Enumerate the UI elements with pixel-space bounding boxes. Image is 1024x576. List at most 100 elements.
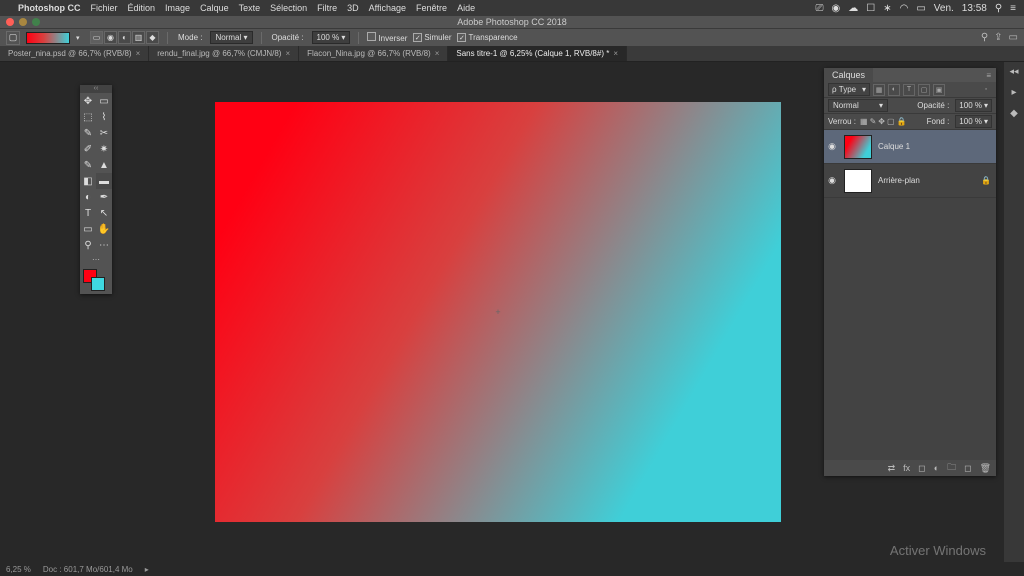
healing-tool[interactable]: ✷ bbox=[96, 141, 112, 157]
crop-tool[interactable]: ✂ bbox=[96, 125, 112, 141]
shape-tool[interactable]: ▭ bbox=[80, 221, 96, 237]
panel-color-icon[interactable]: ◆ bbox=[1010, 108, 1018, 119]
menu-3d[interactable]: 3D bbox=[347, 3, 359, 13]
layer-mask-icon[interactable]: ◻ bbox=[918, 463, 925, 474]
panel-menu-icon[interactable]: ≡ bbox=[986, 71, 996, 80]
document-tab-active[interactable]: Sans titre-1 @ 6,25% (Calque 1, RVB/8#) … bbox=[448, 46, 627, 61]
brush-tool[interactable]: ✎ bbox=[80, 157, 96, 173]
share-icon[interactable]: ⇪ bbox=[994, 32, 1002, 43]
close-tab-icon[interactable]: × bbox=[613, 49, 618, 58]
window-minimize-button[interactable] bbox=[19, 18, 27, 26]
doc-size[interactable]: Doc : 601,7 Mo/601,4 Mo bbox=[43, 565, 133, 574]
menu-texte[interactable]: Texte bbox=[239, 3, 261, 13]
menu-filtre[interactable]: Filtre bbox=[317, 3, 337, 13]
lasso-tool[interactable]: ⌇ bbox=[96, 109, 112, 125]
gradient-tool[interactable]: ▬ bbox=[96, 173, 112, 189]
pen-tool[interactable]: ✒ bbox=[96, 189, 112, 205]
layer-opacity-input[interactable]: 100 %▾ bbox=[955, 99, 992, 112]
new-layer-icon[interactable]: ◻ bbox=[964, 463, 971, 474]
hand-tool[interactable]: ✋ bbox=[96, 221, 112, 237]
menu-drawer-icon[interactable]: ≡ bbox=[1010, 3, 1016, 14]
transparence-option[interactable]: ✓Transparence bbox=[457, 33, 517, 43]
search-icon[interactable]: ⚲ bbox=[981, 32, 988, 43]
more-tool[interactable]: ⋯ bbox=[96, 237, 112, 253]
marquee-tool[interactable]: ⬚ bbox=[80, 109, 96, 125]
gradient-linear-icon[interactable]: ▭ bbox=[90, 31, 103, 44]
filter-smart-icon[interactable]: ▣ bbox=[933, 84, 945, 96]
layer-item[interactable]: ◉ Calque 1 bbox=[824, 130, 996, 164]
window-close-button[interactable] bbox=[6, 18, 14, 26]
tools-collapse-icon[interactable]: ‹‹ bbox=[80, 85, 112, 93]
inverser-option[interactable]: Inverser bbox=[367, 32, 407, 43]
filter-shape-icon[interactable]: ▢ bbox=[918, 84, 930, 96]
layer-visibility-icon[interactable]: ◉ bbox=[826, 175, 838, 186]
filter-pixel-icon[interactable]: ▦ bbox=[873, 84, 885, 96]
window-zoom-button[interactable] bbox=[32, 18, 40, 26]
blend-mode-select[interactable]: Normal ▾ bbox=[210, 31, 252, 44]
layers-tab[interactable]: Calques bbox=[824, 68, 873, 82]
layer-fill-input[interactable]: 100 %▾ bbox=[955, 115, 992, 128]
canvas[interactable]: + bbox=[215, 102, 781, 522]
gradient-angle-icon[interactable]: ◐ bbox=[118, 31, 131, 44]
gradient-radial-icon[interactable]: ◉ bbox=[104, 31, 117, 44]
gradient-picker-arrow[interactable]: ▾ bbox=[76, 34, 84, 42]
simuler-option[interactable]: ✓Simuler bbox=[413, 33, 451, 43]
layer-name[interactable]: Arrière-plan bbox=[878, 176, 975, 185]
menu-edition[interactable]: Édition bbox=[128, 3, 156, 13]
close-tab-icon[interactable]: × bbox=[285, 49, 290, 58]
layer-thumbnail[interactable] bbox=[844, 169, 872, 193]
color-swatches[interactable] bbox=[80, 266, 112, 294]
eyedropper-tool[interactable]: ✐ bbox=[80, 141, 96, 157]
path-tool[interactable]: ↖ bbox=[96, 205, 112, 221]
quick-select-tool[interactable]: ✎ bbox=[80, 125, 96, 141]
eraser-tool[interactable]: ◧ bbox=[80, 173, 96, 189]
link-layers-icon[interactable]: ⇄ bbox=[888, 463, 896, 474]
spotlight-icon[interactable]: ⚲ bbox=[995, 3, 1002, 14]
menu-fichier[interactable]: Fichier bbox=[91, 3, 118, 13]
move-tool[interactable]: ✥ bbox=[80, 93, 96, 109]
layer-fx-icon[interactable]: fx bbox=[903, 463, 910, 473]
dodge-tool[interactable]: ◐ bbox=[80, 189, 96, 205]
close-tab-icon[interactable]: × bbox=[435, 49, 440, 58]
background-color[interactable] bbox=[91, 277, 105, 291]
filter-type-icon[interactable]: T bbox=[903, 84, 915, 96]
artboard-tool[interactable]: ▭ bbox=[96, 93, 112, 109]
layer-name[interactable]: Calque 1 bbox=[878, 142, 994, 151]
zoom-tool[interactable]: ⚲ bbox=[80, 237, 96, 253]
menu-fenetre[interactable]: Fenêtre bbox=[416, 3, 447, 13]
filter-toggle-icon[interactable]: ◦ bbox=[980, 84, 992, 96]
zoom-level[interactable]: 6,25 % bbox=[6, 565, 31, 574]
document-tab[interactable]: rendu_final.jpg @ 66,7% (CMJN/8)× bbox=[149, 46, 299, 61]
type-tool[interactable]: T bbox=[80, 205, 96, 221]
menu-calque[interactable]: Calque bbox=[200, 3, 229, 13]
lock-position-icon[interactable]: ✥ bbox=[878, 117, 885, 126]
delete-layer-icon[interactable]: 🗑 bbox=[980, 463, 991, 474]
document-tab[interactable]: Flacon_Nina.jpg @ 66,7% (RVB/8)× bbox=[299, 46, 448, 61]
stamp-tool[interactable]: ▲ bbox=[96, 157, 112, 173]
status-arrow-icon[interactable]: ▸ bbox=[145, 565, 149, 574]
menu-aide[interactable]: Aide bbox=[457, 3, 475, 13]
filter-adjust-icon[interactable]: ◐ bbox=[888, 84, 900, 96]
menu-image[interactable]: Image bbox=[165, 3, 190, 13]
workspace-switcher-icon[interactable]: ▭ bbox=[1009, 32, 1018, 43]
layer-group-icon[interactable]: 🗀 bbox=[947, 460, 956, 476]
app-name[interactable]: Photoshop CC bbox=[18, 3, 81, 13]
panel-history-icon[interactable]: ▸ bbox=[1011, 87, 1016, 98]
tool-preset-picker[interactable]: ▢ bbox=[6, 31, 20, 45]
layer-item[interactable]: ◉ Arrière-plan 🔒 bbox=[824, 164, 996, 198]
gradient-diamond-icon[interactable]: ◆ bbox=[146, 31, 159, 44]
lock-all-icon[interactable]: 🔒 bbox=[897, 117, 907, 126]
layer-filter-type[interactable]: ρ Type▾ bbox=[828, 83, 870, 96]
layer-blend-mode[interactable]: Normal▾ bbox=[828, 99, 888, 112]
document-tab[interactable]: Poster_nina.psd @ 66,7% (RVB/8)× bbox=[0, 46, 149, 61]
close-tab-icon[interactable]: × bbox=[136, 49, 141, 58]
expand-panel-icon[interactable]: ◂◂ bbox=[1009, 66, 1018, 77]
edit-toolbar-icon[interactable]: ⋯ bbox=[80, 253, 112, 266]
gradient-picker[interactable] bbox=[26, 32, 70, 44]
menu-affichage[interactable]: Affichage bbox=[369, 3, 406, 13]
adjustment-layer-icon[interactable]: ◐ bbox=[934, 463, 939, 473]
lock-transparency-icon[interactable]: ▦ bbox=[860, 117, 868, 126]
layer-thumbnail[interactable] bbox=[844, 135, 872, 159]
lock-pixels-icon[interactable]: ✎ bbox=[870, 117, 877, 126]
opacity-input[interactable]: 100 % ▾ bbox=[312, 31, 351, 44]
